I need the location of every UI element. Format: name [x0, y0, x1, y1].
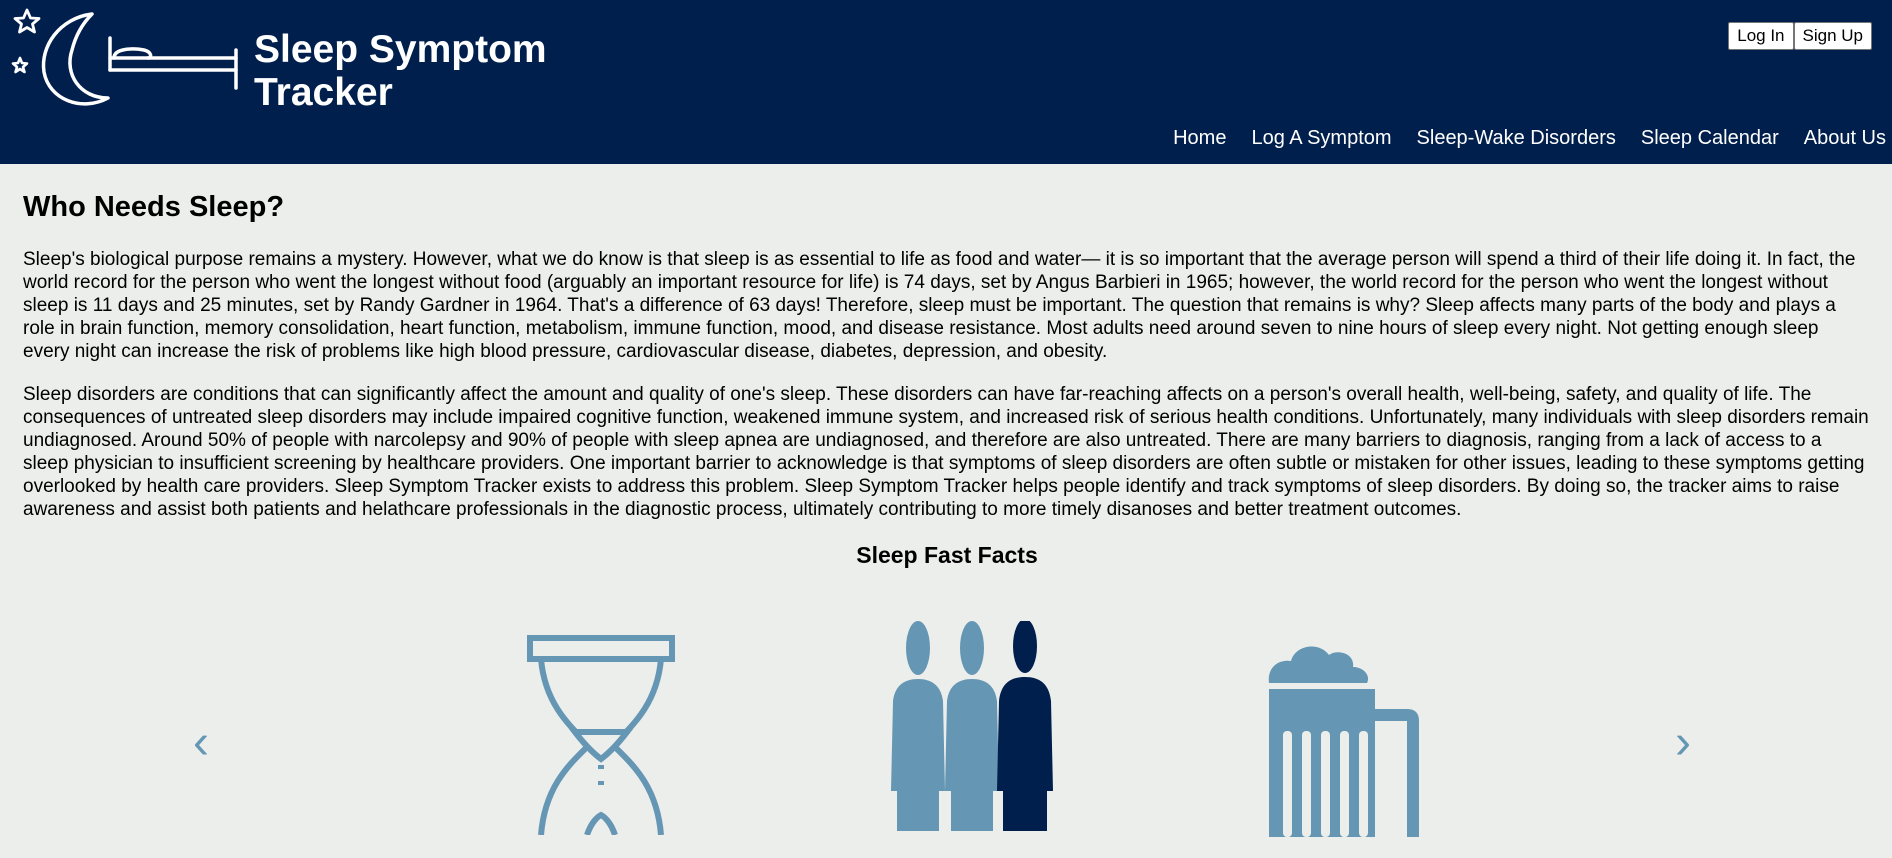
signup-button[interactable]: Sign Up — [1793, 22, 1872, 50]
carousel-next-button[interactable]: › — [1675, 719, 1691, 767]
hourglass-icon — [505, 635, 695, 840]
site-title[interactable]: Sleep Symptom Tracker — [254, 28, 574, 114]
moon-bed-stars-icon[interactable] — [6, 6, 246, 110]
facts-carousel: ‹ › — [23, 569, 1869, 837]
nav-log-symptom[interactable]: Log A Symptom — [1251, 126, 1391, 150]
page-title: Who Needs Sleep? — [23, 191, 285, 223]
disorders-paragraph: Sleep disorders are conditions that can … — [23, 384, 1869, 520]
three-people-icon — [883, 619, 1063, 836]
nav-sleep-wake-disorders[interactable]: Sleep-Wake Disorders — [1417, 126, 1616, 150]
site-header: Sleep Symptom Tracker Log In Sign Up Hom… — [0, 0, 1892, 164]
nav-about-us[interactable]: About Us — [1804, 126, 1886, 150]
main-content: Who Needs Sleep? Sleep's biological purp… — [0, 164, 1892, 837]
carousel-prev-button[interactable]: ‹ — [193, 719, 209, 767]
login-button[interactable]: Log In — [1728, 22, 1794, 50]
nav-sleep-calendar[interactable]: Sleep Calendar — [1641, 126, 1779, 150]
facts-title: Sleep Fast Facts — [856, 542, 1038, 568]
intro-paragraph: Sleep's biological purpose remains a mys… — [23, 249, 1856, 362]
beer-mug-icon — [1267, 637, 1427, 842]
main-nav: Home Log A Symptom Sleep-Wake Disorders … — [1173, 126, 1886, 150]
auth-buttons: Log In Sign Up — [1728, 22, 1872, 50]
nav-home[interactable]: Home — [1173, 126, 1226, 150]
